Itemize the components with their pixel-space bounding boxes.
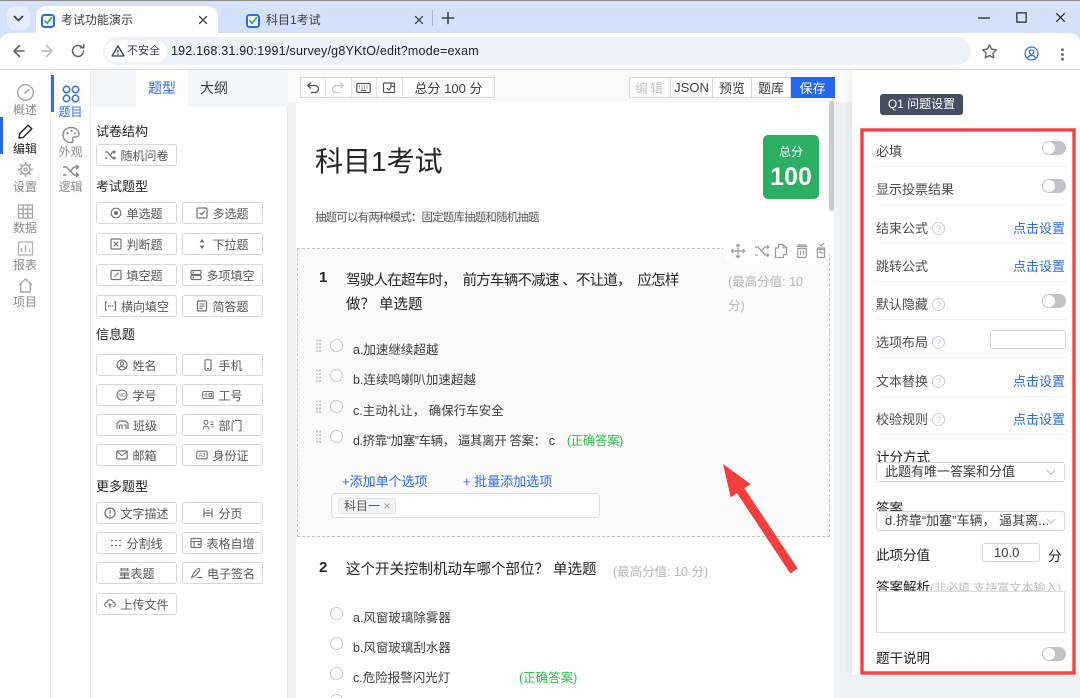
svg-text:NO: NO bbox=[119, 393, 127, 399]
svg-text:A3: A3 bbox=[199, 453, 206, 459]
